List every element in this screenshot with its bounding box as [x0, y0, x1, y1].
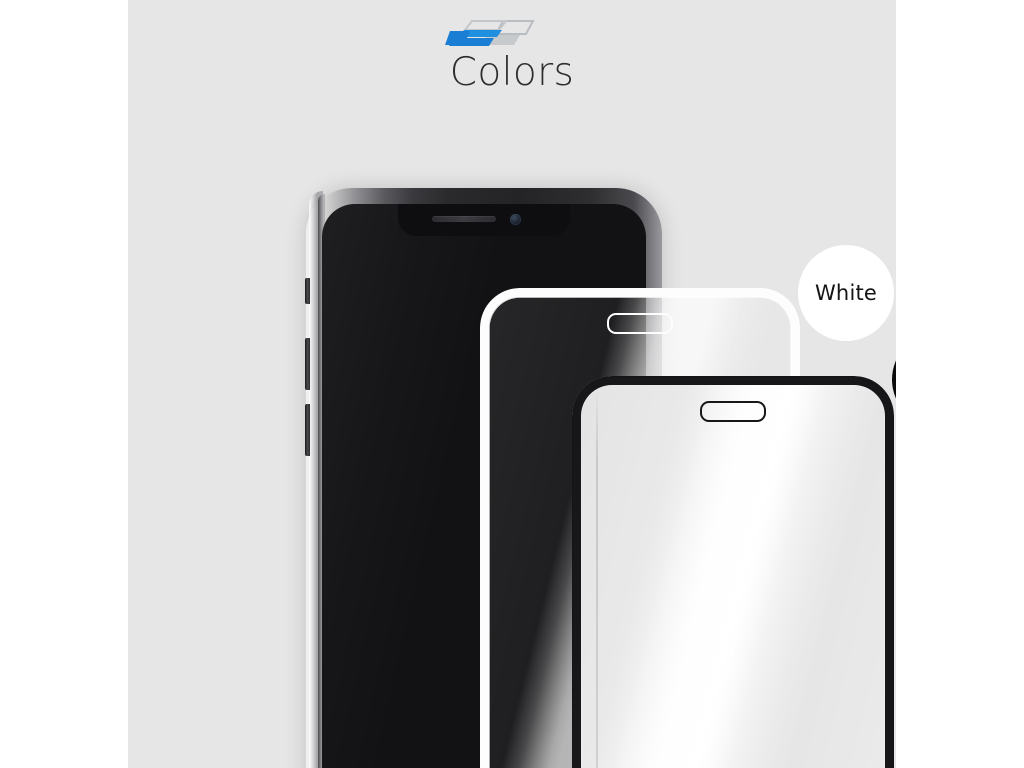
page-title: Colors	[449, 50, 575, 95]
earpiece-speaker-icon	[432, 216, 496, 222]
color-swatch-white-label: White	[814, 281, 878, 305]
product-canvas: White Back	[128, 0, 896, 768]
screen-protector-black	[572, 376, 894, 768]
color-swatch-white: White	[798, 245, 894, 341]
phone-volume-up-button	[305, 338, 310, 390]
brand-logo-icon	[445, 20, 535, 46]
front-camera-icon	[510, 214, 521, 225]
phone-notch	[398, 204, 570, 236]
phone-mute-switch	[305, 278, 310, 304]
phone-volume-down-button	[305, 404, 310, 456]
product-image-stage: White Back Colors	[0, 0, 1024, 768]
black-protector-glass	[572, 376, 894, 768]
